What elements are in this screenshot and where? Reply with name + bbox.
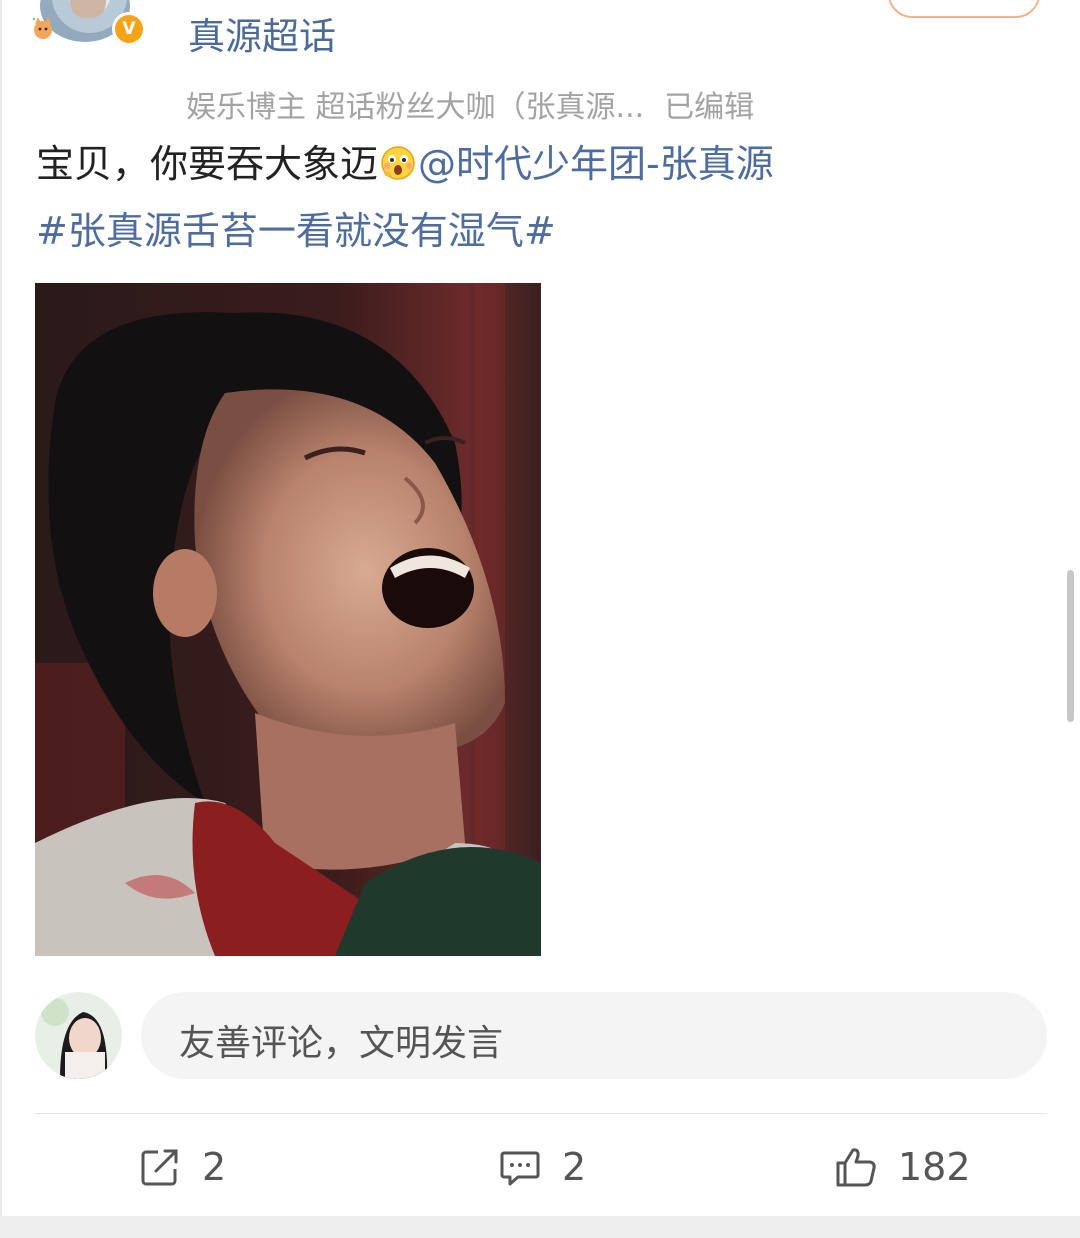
comment-placeholder: 友善评论，文明发言 — [179, 1023, 504, 1064]
comment-icon — [500, 1151, 540, 1186]
like-count: 182 — [898, 1145, 971, 1189]
comment-button[interactable]: 2 — [498, 1143, 586, 1191]
page-edge — [0, 0, 2, 1238]
post-text: 宝贝，你要吞大象迈 — [36, 142, 379, 186]
commenter-avatar[interactable] — [35, 992, 122, 1079]
user-tags: 娱乐博主 超话粉丝大咖（张真源... — [186, 90, 645, 125]
divider — [35, 1113, 1047, 1114]
follow-button[interactable] — [888, 0, 1040, 18]
bottom-separator — [0, 1216, 1080, 1238]
username[interactable]: 真源超话 — [188, 6, 336, 60]
comment-count: 2 — [562, 1145, 587, 1189]
post-meta: 娱乐博主 超话粉丝大咖（张真源... 已编辑 — [186, 82, 754, 126]
verified-badge-icon: V — [112, 12, 146, 46]
share-icon — [141, 1149, 178, 1186]
post-photo[interactable] — [35, 283, 541, 956]
like-button[interactable]: 182 — [834, 1143, 971, 1191]
thumbs-up-icon — [836, 1148, 876, 1187]
share-button[interactable]: 2 — [138, 1143, 226, 1191]
share-count: 2 — [202, 1145, 227, 1189]
post-text-line: 宝贝，你要吞大象迈 @时代少年团-张真源 — [36, 145, 774, 183]
scrollbar[interactable] — [1067, 570, 1074, 722]
mention-link[interactable]: @时代少年团-张真源 — [418, 142, 774, 186]
shocked-face-icon — [381, 146, 415, 180]
hashtag-link[interactable]: #张真源舌苔一看就没有湿气# — [36, 209, 556, 253]
edited-label: 已编辑 — [664, 90, 755, 125]
cat-sticker-icon — [32, 17, 52, 39]
comment-input[interactable]: 友善评论，文明发言 — [141, 992, 1047, 1079]
post-text-line: #张真源舌苔一看就没有湿气# — [36, 212, 556, 250]
